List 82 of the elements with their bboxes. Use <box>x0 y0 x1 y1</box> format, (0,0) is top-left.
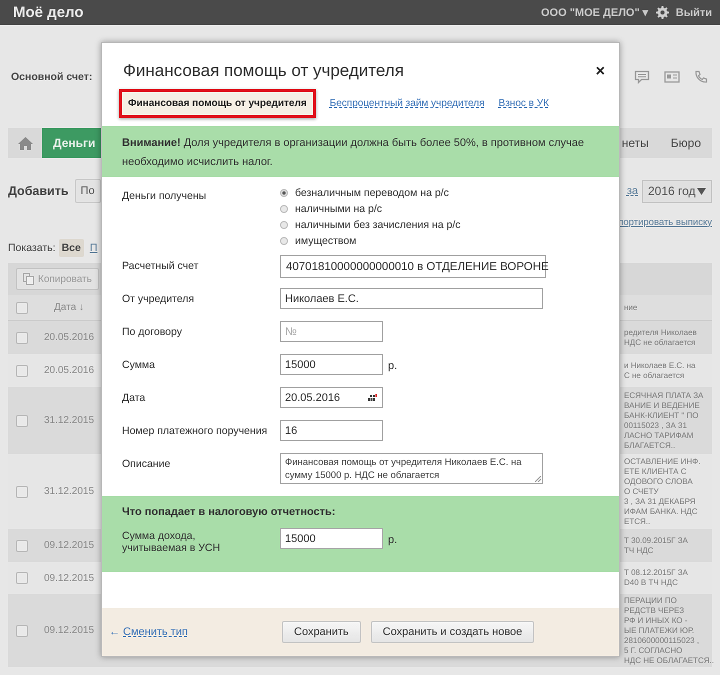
add-label: Добавить <box>8 184 69 198</box>
field-label: Расчетный счет <box>122 259 200 272</box>
input-field[interactable]: Николаев Е.С. <box>280 288 543 309</box>
settings-icon[interactable] <box>656 6 669 19</box>
field-label: От учредителя <box>122 292 196 305</box>
checkbox[interactable] <box>16 540 28 552</box>
checkbox[interactable] <box>16 486 28 498</box>
dialog-title: Финансовая помощь от учредителя <box>123 61 404 81</box>
table-cell-text: редителя Николаев НДС не облагается <box>624 328 698 348</box>
field-label: Деньги получены <box>122 189 208 202</box>
nav-tab[interactable]: Бюро <box>660 136 712 150</box>
description-field[interactable]: Финансовая помощь от учредителя Николаев Е.С. на сумму 15000 р. НДС не облагается <box>280 453 543 484</box>
date-field[interactable]: 20.05.2016 <box>280 387 383 408</box>
table-cell-text: 09.12.2015 <box>42 625 96 636</box>
save-button[interactable]: Сохранить <box>282 621 361 643</box>
radio-option[interactable]: наличными на р/с <box>280 203 460 215</box>
checkbox[interactable] <box>16 364 28 376</box>
filter-option[interactable]: Все <box>58 239 84 257</box>
logo[interactable]: Моё дело <box>13 4 84 21</box>
logout-link[interactable]: Выйти <box>676 6 712 18</box>
warning-text: Внимание! Доля учредителя в организации должна быть более 50%, в противном случае необходимо исчислить налог. <box>122 137 584 168</box>
account-select[interactable]: 40701810000000000010 в ОТДЕЛЕНИЕ ВОРОНЕ <box>280 255 546 278</box>
filter-option[interactable]: П <box>86 239 100 257</box>
input-field[interactable]: № <box>280 321 383 342</box>
tab[interactable]: Беспроцентный займ учредителя <box>330 98 485 109</box>
phone-icon[interactable] <box>694 70 708 84</box>
export-link[interactable]: портировать выписку <box>618 216 712 228</box>
company-menu[interactable]: ООО "МОЕ ДЕЛО" ▾ <box>540 6 649 19</box>
table-cell-text: ЕСЯЧНАЯ ПЛАТА ЗА ВАНИЕ И ВЕДЕНИЕ БАНК-КЛИЕНТ " ПО 00115023 , ЗА 31 ЛАСНО ТАРИФАМ БЛАГАЕТСЯ.. <box>624 390 704 450</box>
tab[interactable]: Взнос в УК <box>498 98 549 109</box>
radio-button[interactable] <box>280 221 288 229</box>
home-icon[interactable] <box>18 136 33 150</box>
chat-icon[interactable] <box>634 70 650 84</box>
input-field[interactable]: 15000 <box>280 354 383 375</box>
table-cell-text: Т 30.09.2015Г ЗА ТЧ НДС <box>624 536 689 556</box>
table-cell-text: 31.12.2015 <box>42 415 96 426</box>
calendar-icon[interactable] <box>368 394 377 401</box>
filter-label: Показать: <box>8 242 56 254</box>
radio-button[interactable] <box>280 189 288 197</box>
field-label: Номер платежного поручения <box>122 424 268 437</box>
field-label: Сумма <box>122 358 156 371</box>
currency-unit: р. <box>388 360 398 374</box>
checkbox[interactable] <box>16 302 28 314</box>
back-arrow: ← <box>109 626 120 638</box>
radio-button[interactable] <box>280 237 288 245</box>
radio-option[interactable]: имуществом <box>280 235 460 247</box>
period-link[interactable]: за <box>626 185 638 197</box>
save-button[interactable]: Сохранить и создать новое <box>370 621 534 643</box>
currency-unit: р. <box>388 534 398 548</box>
radio-option[interactable]: наличными без зачисления на р/с <box>280 219 460 231</box>
account-label: Основной счет: <box>11 70 92 82</box>
contact-card-icon[interactable] <box>664 70 680 82</box>
close-button[interactable]: × <box>592 63 609 81</box>
year-select[interactable]: 2016 год <box>642 180 712 202</box>
table-cell-text: 09.12.2015 <box>42 540 96 551</box>
caret-icon <box>697 188 706 194</box>
copy-icon <box>23 273 34 285</box>
input-field[interactable]: 15000 <box>280 528 383 549</box>
table-cell-text: 20.05.2016 <box>42 332 96 343</box>
checkbox[interactable] <box>16 624 28 636</box>
table-cell: ПЕРАЦИИ ПО РЕДСТВ ЧЕРЕЗ РФ И ИНЫХ КО - ЫЕ ПЛАТЕЖИ ЮР. 2810600000115023 , 5 Г. СОГЛАСНО НДС НЕ ОБЛАГАЕТСЯ.. <box>624 596 712 666</box>
field-label: Сумма дохода, учитываемая в УСН <box>122 529 222 554</box>
radio-option[interactable]: безналичным переводом на р/с <box>280 187 460 199</box>
checkbox[interactable] <box>16 572 28 584</box>
tab[interactable]: Финансовая помощь от учредителя <box>119 89 316 118</box>
table-cell-text: ОСТАВЛЕНИЕ ИНФ. ЕТЕ КЛИЕНТА С ОДОВОГО СЛОВА О СЧЕТУ 3 , ЗА 31 ДЕКАБРЯ ИФАМ БАНКА. НДС ЕТСЯ.. <box>624 456 702 526</box>
table-cell-text: 31.12.2015 <box>42 486 96 497</box>
section-heading: Что попадает в налоговую отчетность: <box>122 506 336 518</box>
field-label: Дата <box>122 391 146 404</box>
input-field[interactable]: 16 <box>280 420 383 441</box>
checkbox[interactable] <box>16 332 28 344</box>
field-label: По договору <box>122 325 183 338</box>
checkbox[interactable] <box>16 414 28 426</box>
resize-grip-icon[interactable] <box>535 476 541 482</box>
add-button[interactable]: По <box>74 179 101 203</box>
change-type-link[interactable]: Сменить тип <box>123 626 188 638</box>
table-cell-text: 20.05.2016 <box>42 365 96 376</box>
field-label: Описание <box>122 457 172 470</box>
table-cell-text: Т 08.12.2015Г ЗА D40 В ТЧ НДС <box>624 568 689 588</box>
table-cell-text: и Николаев Е.С. на С не облагается <box>624 360 696 380</box>
radio-button[interactable] <box>280 205 288 213</box>
table-cell-text: 09.12.2015 <box>42 572 96 584</box>
